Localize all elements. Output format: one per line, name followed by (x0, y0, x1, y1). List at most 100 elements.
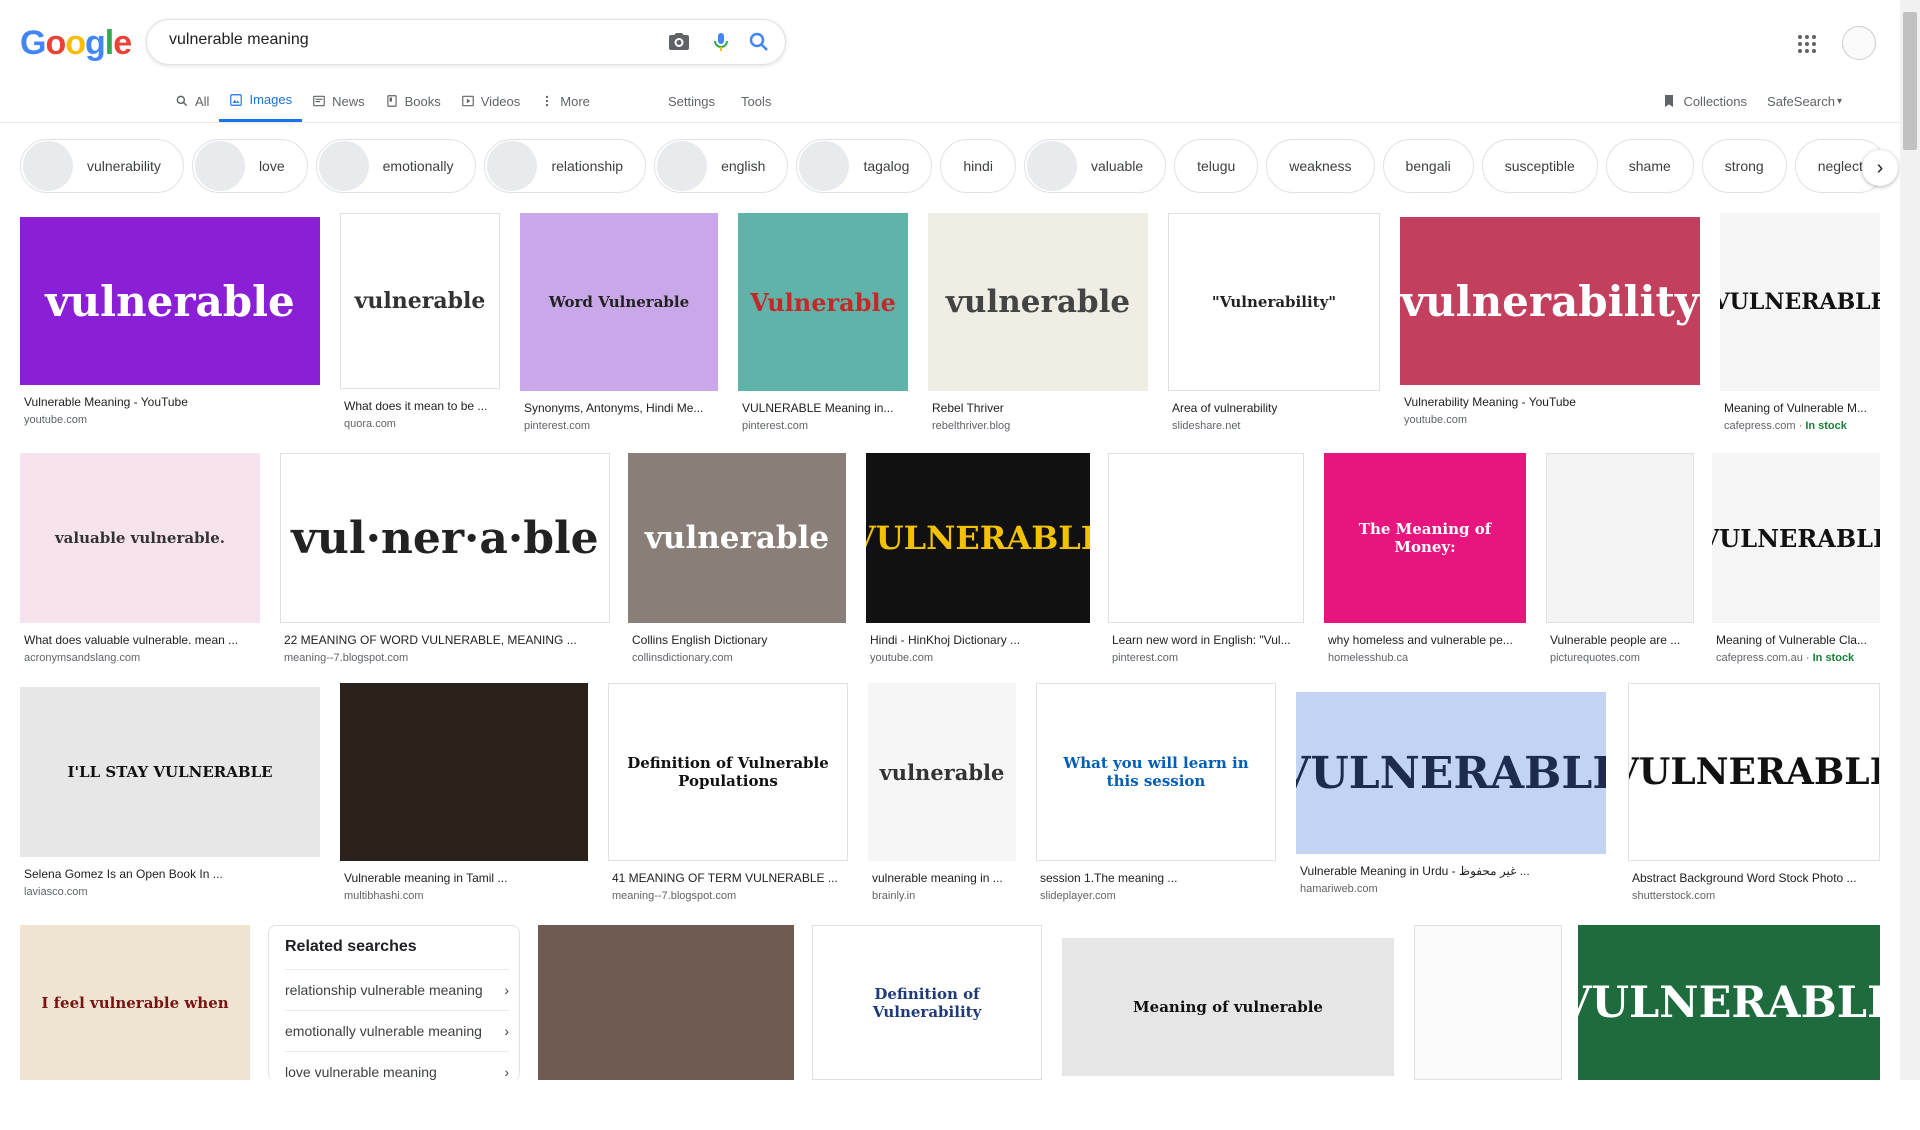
image-thumbnail[interactable]: VULNERABLE (1712, 453, 1880, 623)
chip-valuable[interactable]: valuable (1023, 139, 1167, 193)
image-result[interactable]: VULNERABLE Abstract Background Word Stock… (1628, 683, 1880, 911)
image-thumbnail[interactable]: Meaning of vulnerable (1062, 938, 1394, 1076)
result-caption[interactable]: Vulnerability Meaning - YouTube (1404, 395, 1696, 409)
chip-strong[interactable]: strong (1701, 139, 1787, 193)
result-source[interactable]: acronymsandslang.com (24, 652, 140, 664)
result-source[interactable]: picturequotes.com (1550, 652, 1640, 664)
tab-more[interactable]: More (530, 80, 600, 122)
tab-images[interactable]: Images (219, 80, 303, 122)
result-source[interactable]: youtube.com (1404, 414, 1467, 426)
image-thumbnail[interactable]: I'LL STAY VULNERABLE (20, 687, 320, 857)
image-thumbnail[interactable]: Definition of Vulnerable Populations (608, 683, 848, 861)
related-search-item[interactable]: love vulnerable meaning › (285, 1051, 509, 1092)
image-result[interactable]: Learn new word in English: "Vul... pinter… (1108, 453, 1304, 673)
result-source[interactable]: pinterest.com (742, 420, 808, 432)
result-source[interactable]: youtube.com (24, 414, 87, 426)
related-search-item[interactable]: emotionally vulnerable meaning › (285, 1010, 509, 1051)
image-thumbnail[interactable] (1414, 925, 1562, 1080)
image-result[interactable]: "Vulnerability" Area of vulnerability slid… (1168, 213, 1380, 441)
image-result[interactable]: vulnerable Vulnerable Meaning - YouTube yo… (20, 217, 320, 435)
image-thumbnail[interactable]: VULNERABLE (1720, 213, 1880, 391)
image-result[interactable] (1414, 925, 1562, 1130)
chip-bengali[interactable]: bengali (1382, 139, 1474, 193)
image-thumbnail[interactable]: vulnerable (868, 683, 1016, 861)
search-icon[interactable] (747, 30, 771, 54)
image-thumbnail[interactable]: vulnerable (20, 217, 320, 385)
result-source[interactable]: meaning--7.blogspot.com (284, 652, 408, 664)
result-caption[interactable]: vulnerable meaning in ... (872, 871, 1012, 885)
result-source[interactable]: collinsdictionary.com (632, 652, 733, 664)
result-caption[interactable]: Area of vulnerability (1172, 401, 1376, 415)
result-caption[interactable]: Vulnerable Meaning in Urdu - غیر محفوظ .… (1300, 864, 1602, 878)
image-thumbnail[interactable]: "Vulnerability" (1168, 213, 1380, 391)
search-input[interactable] (167, 30, 651, 50)
chip-telugu[interactable]: telugu (1174, 139, 1259, 193)
result-caption[interactable]: why homeless and vulnerable pe... (1328, 633, 1522, 647)
image-result[interactable]: Definition of Vulnerable Populations 41 M… (608, 683, 848, 911)
result-source[interactable]: youtube.com (870, 652, 933, 664)
chip-weakness[interactable]: weakness (1266, 139, 1375, 193)
image-result[interactable]: VULNERABLE Meaning of Vulnerable Cla... ca… (1712, 453, 1880, 673)
result-source[interactable]: shutterstock.com (1632, 890, 1715, 902)
result-caption[interactable]: 22 MEANING OF WORD VULNERABLE, MEANING .… (284, 633, 606, 647)
image-result[interactable]: Definition of Vulnerability (812, 925, 1042, 1130)
image-result[interactable]: I feel vulnerable when (20, 925, 250, 1130)
image-result[interactable]: Vulnerable VULNERABLE Meaning in... pinter… (738, 213, 908, 441)
collections-link[interactable]: Collections (1661, 93, 1747, 109)
microphone-icon[interactable] (709, 30, 733, 54)
safesearch-dropdown[interactable]: SafeSearch ▾ (1767, 94, 1842, 109)
image-result[interactable]: VULNERABLE (1578, 925, 1880, 1130)
scrollbar-thumb[interactable] (1903, 12, 1917, 150)
result-source[interactable]: cafepress.com.au (1716, 652, 1803, 664)
image-result[interactable]: VULNERABLE Hindi - HinKhoj Dictionary ...… (866, 453, 1090, 673)
result-caption[interactable]: 41 MEANING OF TERM VULNERABLE ... (612, 871, 844, 885)
chip-tagalog[interactable]: tagalog (796, 139, 933, 193)
image-result[interactable]: I'LL STAY VULNERABLE Selena Gomez Is an O… (20, 687, 320, 907)
chip-shame[interactable]: shame (1605, 139, 1694, 193)
image-thumbnail[interactable]: I feel vulnerable when (20, 925, 250, 1080)
tools-link[interactable]: Tools (741, 94, 771, 109)
result-source[interactable]: slideplayer.com (1040, 890, 1116, 902)
result-source[interactable]: pinterest.com (524, 420, 590, 432)
image-result[interactable]: valuable vulnerable. What does valuable v… (20, 453, 260, 673)
image-thumbnail[interactable]: valuable vulnerable. (20, 453, 260, 623)
result-source[interactable]: hamariweb.com (1300, 883, 1378, 895)
result-caption[interactable]: Abstract Background Word Stock Photo ... (1632, 871, 1876, 885)
image-thumbnail[interactable]: vulnerable (628, 453, 846, 623)
result-caption[interactable]: Hindi - HinKhoj Dictionary ... (870, 633, 1086, 647)
chip-love[interactable]: love (191, 139, 308, 193)
image-result[interactable]: Word Vulnerable Synonyms, Antonyms, Hindi… (520, 213, 718, 441)
image-result[interactable]: The Meaning of Money: why homeless and vu… (1324, 453, 1526, 673)
result-source[interactable]: brainly.in (872, 890, 915, 902)
image-result[interactable]: What you will learn in this session sessi… (1036, 683, 1276, 911)
image-result[interactable] (538, 925, 794, 1130)
image-thumbnail[interactable]: vulnerable (340, 213, 500, 389)
result-caption[interactable]: Synonyms, Antonyms, Hindi Me... (524, 401, 714, 415)
tab-books[interactable]: Books (375, 80, 451, 122)
tab-videos[interactable]: Videos (451, 80, 531, 122)
related-search-item[interactable]: relationship vulnerable meaning › (285, 969, 509, 1010)
image-thumbnail[interactable]: vulnerable (928, 213, 1148, 391)
result-source[interactable]: cafepress.com (1724, 420, 1796, 432)
image-thumbnail[interactable]: What you will learn in this session (1036, 683, 1276, 861)
result-source[interactable]: rebelthriver.blog (932, 420, 1010, 432)
result-caption[interactable]: Learn new word in English: "Vul... (1112, 633, 1300, 647)
image-thumbnail[interactable]: vul·ner·a·ble (280, 453, 610, 623)
chip-hindi[interactable]: hindi (940, 139, 1016, 193)
result-caption[interactable]: VULNERABLE Meaning in... (742, 401, 904, 415)
result-caption[interactable]: Selena Gomez Is an Open Book In ... (24, 867, 316, 881)
image-thumbnail[interactable]: VULNERABLE (1296, 692, 1606, 854)
result-caption[interactable]: Vulnerable meaning in Tamil ... (344, 871, 584, 885)
result-source[interactable]: laviasco.com (24, 886, 88, 898)
chip-english[interactable]: english (654, 139, 789, 193)
image-result[interactable]: vulnerable vulnerable meaning in ... brain… (868, 683, 1016, 911)
camera-icon[interactable] (667, 30, 691, 54)
image-result[interactable]: vulnerable Collins English Dictionary coll… (628, 453, 846, 673)
result-source[interactable]: multibhashi.com (344, 890, 423, 902)
image-result[interactable]: vul·ner·a·ble 22 MEANING OF WORD VULNERAB… (280, 453, 610, 673)
result-caption[interactable]: Vulnerable people are ... (1550, 633, 1690, 647)
chip-vulnerability[interactable]: vulnerability (20, 139, 184, 193)
image-result[interactable]: vulnerability Vulnerability Meaning - You… (1400, 217, 1700, 435)
image-thumbnail[interactable] (538, 925, 794, 1080)
result-caption[interactable]: session 1.The meaning ... (1040, 871, 1272, 885)
